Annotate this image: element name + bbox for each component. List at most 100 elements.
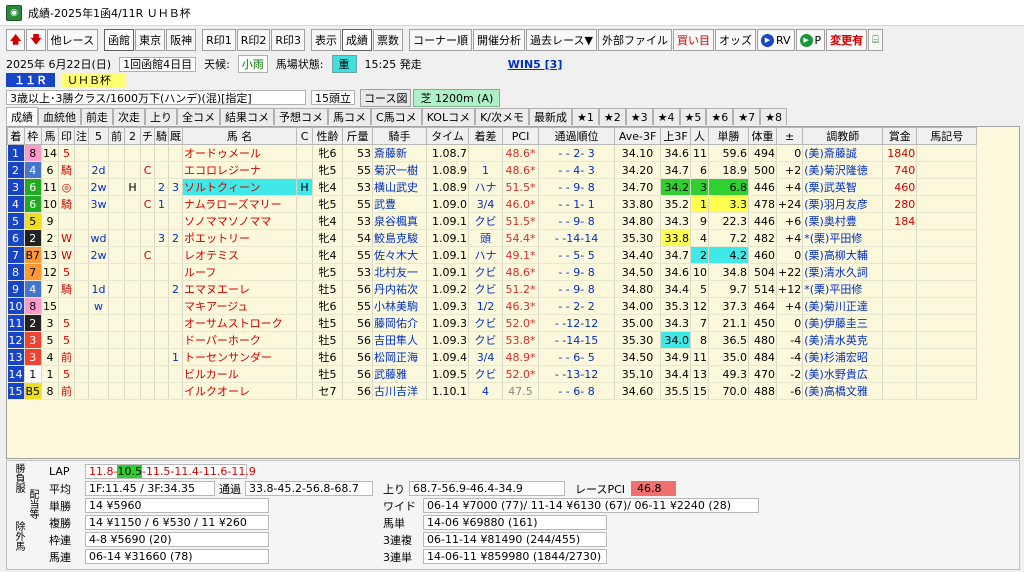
- tab-9[interactable]: C馬コメ: [371, 108, 422, 125]
- table-row[interactable]: 14 1 1 5 ビルカール 牡5 56 武藤雅 1.09.5 クビ 52.0* - -13-12 35…: [7, 365, 978, 383]
- column-header[interactable]: 上3F: [660, 127, 692, 145]
- side-tab-payouts[interactable]: 配当等: [25, 489, 40, 519]
- column-header[interactable]: ±: [776, 127, 804, 145]
- other-race-button[interactable]: 他レース: [46, 29, 99, 51]
- column-header[interactable]: タイム: [426, 127, 470, 145]
- cell: ソルトクィーン: [182, 178, 298, 196]
- column-header[interactable]: 騎: [154, 127, 170, 145]
- column-header[interactable]: 調教師: [802, 127, 884, 145]
- past-race-dropdown[interactable]: 過去レース▼: [526, 29, 597, 51]
- side-tab-silks[interactable]: 勝負服: [11, 463, 26, 493]
- odds-button[interactable]: オッズ: [714, 29, 756, 51]
- tab-13[interactable]: ★1: [572, 108, 599, 125]
- column-header[interactable]: 斤量: [342, 127, 374, 145]
- cell: 菊沢一樹: [372, 161, 428, 179]
- column-header[interactable]: 着差: [468, 127, 504, 145]
- r-mark1-button[interactable]: R印1: [202, 29, 236, 51]
- column-header[interactable]: 馬記号: [916, 127, 978, 145]
- cell: [154, 246, 170, 264]
- table-row[interactable]: 10 8 15 w マキアージュ 牝6 55 小林美駒 1.09.3 1/2 46.3* - - 2-…: [7, 297, 978, 315]
- table-row[interactable]: 8 7 12 5 ルーフ 牝5 53 北村友一 1.09.1 クビ 48.6* - - 9- 8 34.…: [7, 263, 978, 281]
- cell: 2w: [88, 246, 110, 264]
- cell: 33.80: [614, 195, 662, 213]
- up-arrow-button[interactable]: 🡅: [6, 29, 26, 51]
- cell: 53.8*: [502, 331, 540, 349]
- tab-17[interactable]: ★5: [679, 108, 707, 125]
- column-header[interactable]: 性齢: [312, 127, 344, 145]
- column-header[interactable]: PCI: [502, 127, 540, 145]
- column-header[interactable]: 5: [88, 127, 110, 145]
- column-header[interactable]: チ: [140, 127, 156, 145]
- tree-icon[interactable]: ⌸: [868, 29, 883, 51]
- tab-4[interactable]: 上り: [145, 108, 177, 125]
- meeting-analysis-button[interactable]: 開催分析: [473, 29, 526, 51]
- p-button[interactable]: ▶ P: [795, 29, 826, 51]
- tab-7[interactable]: 予想コメ: [274, 108, 328, 125]
- bets-button[interactable]: 買い目: [672, 29, 714, 51]
- column-header[interactable]: Ave-3F: [614, 127, 662, 145]
- column-header[interactable]: 馬 名: [182, 127, 298, 145]
- table-row[interactable]: 15 B5 8 前イルクオーレ セ7 56 古川吉洋 1.10.1 4 47.5- - 6- 83…: [7, 382, 978, 400]
- tab-11[interactable]: K/次メモ: [475, 108, 530, 125]
- tab-3[interactable]: 次走: [113, 108, 145, 125]
- tab-8[interactable]: 馬コメ: [328, 108, 371, 125]
- tab-hakodate[interactable]: 函館: [104, 29, 135, 51]
- column-header[interactable]: 賞金: [882, 127, 918, 145]
- changes-button[interactable]: 変更有: [826, 29, 868, 51]
- course-map-button[interactable]: コース図: [360, 88, 412, 107]
- tab-10[interactable]: KOLコメ: [421, 108, 476, 125]
- rv-button[interactable]: ▶ RV: [756, 29, 795, 51]
- column-header[interactable]: 馬: [41, 127, 60, 145]
- results-button[interactable]: 成績: [342, 29, 373, 51]
- column-header[interactable]: 単勝: [708, 127, 750, 145]
- column-header[interactable]: 枠: [23, 127, 43, 145]
- cell: 6: [24, 195, 43, 213]
- column-header[interactable]: 2: [124, 127, 142, 145]
- tab-1[interactable]: 血統他: [38, 108, 81, 125]
- external-file-button[interactable]: 外部ファイル: [597, 29, 672, 51]
- r-mark2-button[interactable]: R印2: [236, 29, 271, 51]
- table-row[interactable]: 12 3 5 5 ドーパーホーク 牡5 56 吉田隼人 1.09.3 クビ 53.8* - -14-1…: [7, 331, 978, 349]
- tab-0[interactable]: 成績: [6, 107, 38, 125]
- column-header[interactable]: 通過順位: [538, 127, 616, 145]
- table-row[interactable]: 13 3 4 前 1 トーセンサンダー 牡6 56 松岡正海 1.09.4 3/4 48.9* - - …: [7, 348, 978, 366]
- column-header[interactable]: 騎手: [372, 127, 428, 145]
- display-button[interactable]: 表示: [311, 29, 342, 51]
- table-row[interactable]: 1 8 14 5 オードゥメール 牝6 53 斎藤新 1.08.7 48.6* - - 2- 3 34…: [7, 144, 978, 162]
- column-header[interactable]: 体重: [748, 127, 778, 145]
- r-mark3-button[interactable]: R印3: [271, 29, 306, 51]
- column-header[interactable]: C: [296, 127, 314, 145]
- cell: 34.9: [660, 348, 692, 366]
- tab-16[interactable]: ★4: [652, 108, 680, 125]
- down-arrow-button[interactable]: 🡇: [26, 29, 46, 51]
- tab-12[interactable]: 最新成: [529, 108, 573, 125]
- side-tab-scratched[interactable]: 除外馬: [11, 521, 26, 551]
- table-row[interactable]: 2 4 6 騎 2d C エコロレジーナ 牝5 55 菊沢一樹 1.08.9 1 48.6* - - 4-…: [7, 161, 978, 179]
- tab-6[interactable]: 結果コメ: [220, 108, 274, 125]
- column-header[interactable]: 人: [690, 127, 710, 145]
- table-row[interactable]: 3 6 11 ◎ 2w H 2 3 ソルトクィーン H 牝4 53 横山武史 1.08.9 ハナ 51.5* -…: [7, 178, 978, 196]
- table-row[interactable]: 6 2 2 Wwd 3 2 ポエットリー 牝4 54 鮫島克駿 1.09.1 頭 54.4* - -14-…: [7, 229, 978, 247]
- column-header[interactable]: 前: [108, 127, 126, 145]
- tab-5[interactable]: 全コメ: [177, 108, 220, 125]
- tab-2[interactable]: 前走: [81, 108, 113, 125]
- column-header[interactable]: 注: [74, 127, 90, 145]
- tab-19[interactable]: ★7: [733, 108, 761, 125]
- table-row[interactable]: 11 2 3 5 オーサムストローク 牡5 56 藤岡佑介 1.09.3 クビ 52.0* - -12…: [7, 314, 978, 332]
- column-header[interactable]: 印: [58, 127, 76, 145]
- tab-14[interactable]: ★2: [598, 108, 626, 125]
- column-header[interactable]: 着: [7, 127, 25, 145]
- votes-button[interactable]: 票数: [373, 29, 404, 51]
- tab-20[interactable]: ★8: [760, 108, 788, 125]
- table-row[interactable]: 4 6 10 騎 3w C 1 ナムラローズマリー 牝5 55 武豊 1.09.0 3/4 46.0* - …: [7, 195, 978, 213]
- tab-tokyo[interactable]: 東京: [135, 29, 166, 51]
- table-row[interactable]: 5 5 9 ソノママソノママ 牝4 53 泉谷楓真 1.09.1 クビ 51.5* - - 9- 8…: [7, 212, 978, 230]
- table-row[interactable]: 7 B7 13 W 2w C レオテミス 牝4 55 佐々木大 1.09.1 ハナ 49.1* - - 5…: [7, 246, 978, 264]
- win5-link[interactable]: WIN5 [3]: [508, 58, 563, 71]
- tab-15[interactable]: ★3: [625, 108, 653, 125]
- table-row[interactable]: 9 4 7 騎 1d 2 エマヌエーレ 牡5 56 丹内祐次 1.09.2 クビ 51.2* - - 9-…: [7, 280, 978, 298]
- tab-hanshin[interactable]: 阪神: [166, 29, 197, 51]
- column-header[interactable]: 厩: [168, 127, 184, 145]
- corner-order-button[interactable]: コーナー順: [409, 29, 473, 51]
- tab-18[interactable]: ★6: [706, 108, 734, 125]
